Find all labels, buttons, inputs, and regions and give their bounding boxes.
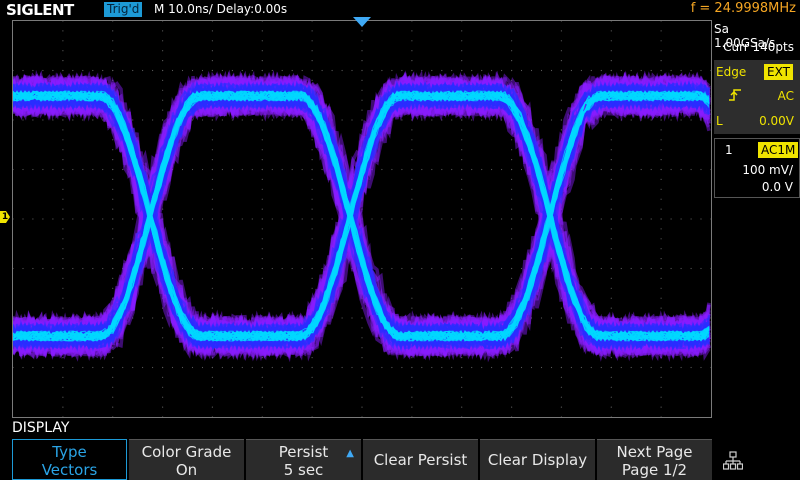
channel-1-offset-marker[interactable]: 1 — [0, 211, 10, 223]
brand-logo: SIGLENT — [6, 1, 74, 19]
softkey-type[interactable]: Type Vectors — [12, 439, 127, 480]
softkey-value: On — [175, 461, 198, 479]
trigger-type: Edge — [716, 65, 747, 79]
right-info-panel: Sa 1.00GSa/s Curr 140pts Edge EXT AC L 0… — [714, 20, 800, 418]
frequency-counter: f = 24.9998MHz — [690, 1, 796, 16]
softkey-label: Type — [52, 443, 87, 461]
trigger-source: EXT — [764, 64, 793, 80]
softkey-clear-persist[interactable]: Clear Persist — [363, 439, 478, 480]
trigger-level-label: L — [716, 114, 723, 128]
softkey-persist[interactable]: Persist 5 sec ▲ — [246, 439, 361, 480]
trigger-coupling: AC — [777, 89, 794, 103]
eye-diagram-waveform — [13, 69, 711, 363]
channel-scale: 100 mV/ — [742, 163, 793, 177]
menu-title: DISPLAY — [12, 420, 70, 436]
softkey-value: Page 1/2 — [621, 461, 688, 479]
channel-number: 1 — [725, 143, 733, 157]
waveform-display[interactable] — [12, 20, 712, 418]
trigger-status-badge: Trig'd — [104, 2, 143, 17]
channel-offset: 0.0 V — [761, 180, 793, 194]
softkey-next-page[interactable]: Next Page Page 1/2 — [597, 439, 712, 480]
softkey-clear-display[interactable]: Clear Display — [480, 439, 595, 480]
up-arrow-icon: ▲ — [346, 448, 354, 459]
trigger-level: 0.00V — [759, 114, 794, 128]
softkey-label: Color Grade — [141, 443, 232, 461]
softkey-value: Vectors — [41, 461, 98, 479]
timebase-readout[interactable]: M 10.0ns/ Delay:0.00s — [154, 2, 287, 16]
rising-edge-icon — [729, 89, 741, 101]
network-icon[interactable] — [723, 451, 743, 471]
timebase-value: M 10.0ns/ — [154, 2, 213, 16]
memory-depth: Curr 140pts — [723, 40, 794, 54]
softkey-bar: Type Vectors Color Grade On Persist 5 se… — [12, 439, 800, 480]
trigger-position-marker[interactable] — [353, 17, 371, 27]
softkey-value: 5 sec — [283, 461, 324, 479]
softkey-label: Next Page — [616, 443, 693, 461]
trigger-info-box[interactable]: Edge EXT AC L 0.00V — [714, 60, 800, 134]
softkey-label: Clear Persist — [373, 451, 468, 469]
softkey-label: Persist — [278, 443, 329, 461]
top-status-bar: SIGLENT Trig'd M 10.0ns/ Delay:0.00s f =… — [0, 0, 800, 20]
softkey-color-grade[interactable]: Color Grade On — [129, 439, 244, 480]
channel-1-info-box[interactable]: 1 AC1M 100 mV/ 0.0 V — [714, 138, 800, 198]
channel-coupling: AC1M — [758, 142, 799, 158]
softkey-label: Clear Display — [487, 451, 588, 469]
delay-value: Delay:0.00s — [216, 2, 288, 16]
